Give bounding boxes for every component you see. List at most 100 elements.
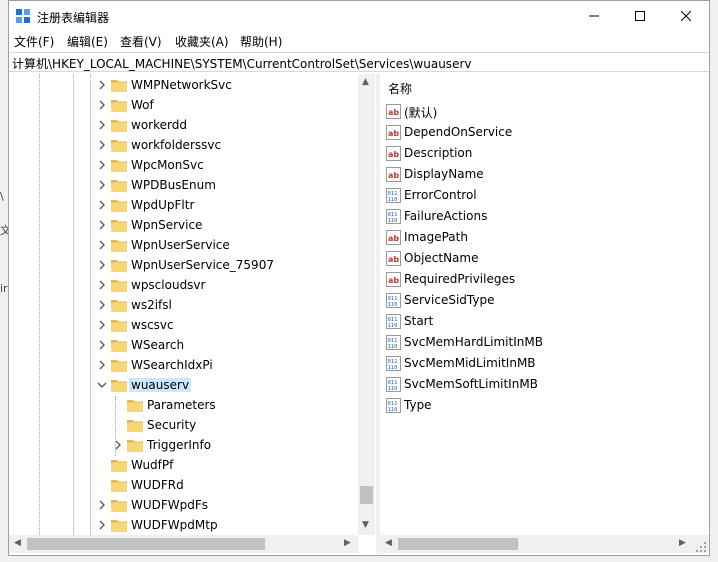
chevron-right-icon[interactable] [95, 498, 109, 512]
values-horizontal-scroll-thumb[interactable] [398, 538, 518, 550]
tree-item[interactable]: WUDFRd [9, 476, 329, 496]
value-name: ImagePath [404, 230, 468, 244]
menu-view[interactable]: 查看(V) [120, 33, 162, 50]
value-row[interactable]: 011 110 Type [386, 395, 686, 416]
chevron-right-icon[interactable] [95, 138, 109, 152]
tree-item[interactable]: WpnUserService_75907 [9, 256, 329, 276]
chevron-right-icon[interactable] [95, 258, 109, 272]
value-row[interactable]: ab (默认) [386, 101, 686, 122]
tree-item[interactable]: ws2ifsl [9, 296, 329, 316]
folder-icon [111, 320, 127, 332]
minimize-button[interactable] [571, 1, 617, 31]
chevron-right-icon[interactable] [95, 218, 109, 232]
chevron-right-icon[interactable] [95, 198, 109, 212]
tree-item[interactable]: workfolderssvc [9, 136, 329, 156]
tree-item[interactable]: WpdUpFltr [9, 196, 329, 216]
tree-horizontal-scrollbar[interactable]: ◀ ▶ [9, 535, 358, 553]
value-row[interactable]: 011 110 Start [386, 311, 686, 332]
tree-item[interactable]: TriggerInfo [9, 436, 329, 456]
menu-edit[interactable]: 编辑(E) [67, 33, 108, 50]
chevron-right-icon[interactable] [95, 178, 109, 192]
value-row[interactable]: ab ObjectName [386, 248, 686, 269]
folder-icon [127, 400, 143, 412]
maximize-button[interactable] [617, 1, 663, 31]
scroll-up-arrow-icon[interactable]: ▲ [362, 78, 369, 87]
values-list-pane[interactable]: 名称 ab (默认) ab DependOnService ab Description a… [380, 74, 709, 535]
tree-item[interactable]: WPDBusEnum [9, 176, 329, 196]
chevron-right-icon[interactable] [95, 278, 109, 292]
tree-item[interactable]: WudfPf [9, 456, 329, 476]
column-header-name[interactable]: 名称 [380, 74, 709, 100]
svg-text:ab: ab [388, 255, 399, 264]
chevron-right-icon[interactable] [95, 158, 109, 172]
value-name: (默认) [404, 106, 438, 120]
scroll-right-arrow-icon[interactable]: ▶ [344, 539, 351, 548]
folder-icon [111, 80, 127, 92]
tree-item[interactable]: WpcMonSvc [9, 156, 329, 176]
tree-item[interactable]: WUDFWpdFs [9, 496, 329, 516]
value-name: SvcMemSoftLimitInMB [404, 377, 538, 391]
menu-help[interactable]: 帮助(H) [240, 33, 282, 50]
menu-favorites[interactable]: 收藏夹(A) [175, 33, 229, 50]
scroll-left-arrow-icon[interactable]: ◀ [14, 539, 21, 548]
chevron-right-icon[interactable] [95, 118, 109, 132]
chevron-right-icon[interactable] [95, 338, 109, 352]
address-bar[interactable]: 计算机\HKEY_LOCAL_MACHINE\SYSTEM\CurrentCon… [9, 52, 709, 72]
value-row[interactable]: 011 110 SvcMemSoftLimitInMB [386, 374, 686, 395]
tree-item[interactable]: WUDFWpdMtp [9, 516, 329, 535]
value-row[interactable]: ab ImagePath [386, 227, 686, 248]
tree-item[interactable]: Parameters [9, 396, 329, 416]
value-row[interactable]: ab RequiredPrivileges [386, 269, 686, 290]
key-tree-pane[interactable]: WMPNetworkSvc Wof workerdd workfolderssvc Wp… [9, 74, 375, 535]
tree-item[interactable]: WpnService [9, 216, 329, 236]
chevron-down-icon[interactable] [95, 378, 109, 392]
value-row[interactable]: ab Description [386, 143, 686, 164]
value-row[interactable]: ab DisplayName [386, 164, 686, 185]
address-path[interactable]: 计算机\HKEY_LOCAL_MACHINE\SYSTEM\CurrentCon… [12, 55, 471, 72]
close-button[interactable] [663, 1, 709, 31]
scroll-left-arrow-icon[interactable]: ◀ [385, 539, 392, 548]
chevron-right-icon[interactable] [95, 298, 109, 312]
tree-vertical-scrollbar[interactable]: ▲ ▼ [358, 74, 375, 535]
value-row[interactable]: 011 110 SvcMemHardLimitInMB [386, 332, 686, 353]
tree-item[interactable]: WMPNetworkSvc [9, 76, 329, 96]
tree-item-label: WpcMonSvc [131, 158, 204, 172]
folder-icon [111, 120, 127, 132]
tree-item[interactable]: wscsvc [9, 316, 329, 336]
scroll-right-arrow-icon[interactable]: ▶ [679, 539, 686, 548]
value-row[interactable]: 011 110 ServiceSidType [386, 290, 686, 311]
tree-item[interactable]: wuauserv [9, 376, 329, 396]
folder-icon [111, 380, 127, 392]
value-row[interactable]: ab DependOnService [386, 122, 686, 143]
minimize-icon [589, 15, 599, 17]
chevron-right-icon[interactable] [111, 438, 125, 452]
chevron-right-icon[interactable] [95, 238, 109, 252]
chevron-right-icon[interactable] [95, 318, 109, 332]
tree-horizontal-scroll-thumb[interactable] [27, 538, 265, 550]
value-row[interactable]: 011 110 ErrorControl [386, 185, 686, 206]
title-bar[interactable]: 注册表编辑器 [9, 1, 709, 31]
tree-item-label: WUDFRd [131, 478, 184, 492]
svg-text:110: 110 [388, 218, 398, 224]
resize-grip-icon[interactable] [693, 539, 707, 553]
tree-item[interactable]: WpnUserService [9, 236, 329, 256]
tree-item[interactable]: wpscloudsvr [9, 276, 329, 296]
chevron-right-icon[interactable] [95, 78, 109, 92]
values-horizontal-scrollbar[interactable]: ◀ ▶ [380, 535, 709, 553]
folder-icon [111, 180, 127, 192]
chevron-right-icon[interactable] [95, 518, 109, 532]
tree-item[interactable]: WSearch [9, 336, 329, 356]
tree-item[interactable]: WSearchIdxPi [9, 356, 329, 376]
scroll-down-arrow-icon[interactable]: ▼ [362, 521, 369, 530]
value-row[interactable]: 011 110 SvcMemMidLimitInMB [386, 353, 686, 374]
tree-item[interactable]: Wof [9, 96, 329, 116]
folder-icon [111, 360, 127, 372]
tree-item-label: workerdd [131, 118, 187, 132]
chevron-right-icon[interactable] [95, 358, 109, 372]
chevron-right-icon[interactable] [95, 98, 109, 112]
tree-item[interactable]: workerdd [9, 116, 329, 136]
value-row[interactable]: 011 110 FailureActions [386, 206, 686, 227]
tree-item[interactable]: Security [9, 416, 329, 436]
menu-file[interactable]: 文件(F) [14, 33, 54, 50]
tree-vertical-scroll-thumb[interactable] [360, 486, 373, 504]
